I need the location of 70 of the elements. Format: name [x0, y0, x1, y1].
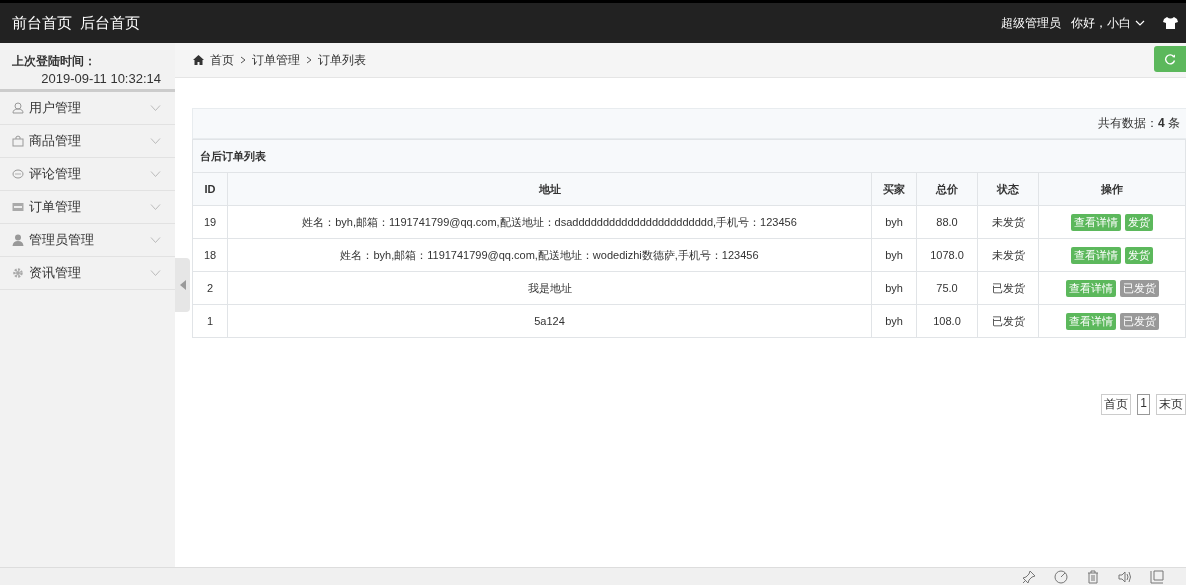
person-icon	[12, 234, 24, 246]
user-role: 超级管理员	[1001, 14, 1061, 32]
chevron-down-icon	[150, 237, 161, 243]
sidebar-item[interactable]: 商品管理	[0, 125, 175, 158]
table-cell: byh	[871, 238, 917, 272]
refresh-icon	[1164, 53, 1176, 65]
bag-icon	[12, 135, 24, 147]
login-time: 2019-09-11 10:32:14	[40, 71, 162, 86]
chevron-down-icon	[150, 270, 161, 276]
nav-link[interactable]: 后台首页	[80, 13, 140, 33]
gear-icon	[12, 267, 24, 279]
page-link[interactable]: 末页	[1156, 394, 1186, 415]
table-cell: 1	[192, 304, 228, 338]
table-cell: 已发货	[977, 304, 1039, 338]
collapse-handle[interactable]	[175, 258, 190, 312]
trash-icon[interactable]	[1086, 570, 1100, 584]
page-link[interactable]: 首页	[1101, 394, 1132, 415]
column-header: ID	[192, 172, 228, 206]
chevron-down-icon	[150, 105, 161, 111]
table-cell: 姓名：byh,邮箱：1191741799@qq.com,配送地址：dsaddddddddddddddddddddddd,手机号：123456	[227, 205, 872, 239]
login-label: 上次登陆时间：	[12, 53, 97, 70]
chevron-down-icon	[150, 204, 161, 210]
column-header: 总价	[916, 172, 978, 206]
pin-icon[interactable]	[1022, 570, 1036, 584]
sidebar-item[interactable]: 管理员管理	[0, 224, 175, 257]
table-cell: 我是地址	[227, 271, 872, 305]
chevron-right-icon	[240, 56, 246, 64]
sidebar-item[interactable]: 用户管理	[0, 92, 175, 125]
chevron-down-icon	[1135, 20, 1145, 26]
table-cell: 75.0	[916, 271, 978, 305]
table-cell: byh	[871, 304, 917, 338]
sidebar-item[interactable]: 订单管理	[0, 191, 175, 224]
page-link[interactable]: 1	[1137, 394, 1150, 415]
table-cell: 19	[192, 205, 228, 239]
speaker-icon[interactable]	[1118, 570, 1132, 584]
refresh-button[interactable]	[1154, 46, 1186, 72]
chevron-down-icon	[150, 138, 161, 144]
user-icon	[12, 102, 24, 114]
table-cell: byh	[871, 205, 917, 239]
nav-link[interactable]: 前台首页	[12, 13, 72, 33]
column-header: 操作	[1038, 172, 1186, 206]
table-title: 台后订单列表	[192, 139, 1186, 173]
window-icon[interactable]	[1150, 570, 1164, 584]
chevron-right-icon	[306, 56, 312, 64]
card-icon	[12, 201, 24, 213]
table-cell: 未发货	[977, 238, 1039, 272]
shirt-icon[interactable]	[1163, 17, 1178, 29]
breadcrumb-link[interactable]: 订单管理	[252, 51, 300, 69]
triangle-left-icon	[178, 280, 187, 290]
column-header: 地址	[227, 172, 872, 206]
breadcrumb-link[interactable]: 订单列表	[318, 51, 366, 69]
table-cell: 未发货	[977, 205, 1039, 239]
table-cell: 18	[192, 238, 228, 272]
user-menu[interactable]: 你好，小白	[1071, 14, 1145, 32]
table-cell: 108.0	[916, 304, 978, 338]
table-cell: byh	[871, 271, 917, 305]
speedometer-icon[interactable]	[1054, 570, 1068, 584]
table-cell: 88.0	[916, 205, 978, 239]
table-cell: 5a124	[227, 304, 872, 338]
table-cell: 1078.0	[916, 238, 978, 272]
table-cell: 2	[192, 271, 228, 305]
table-cell: 已发货	[977, 271, 1039, 305]
column-header: 状态	[977, 172, 1039, 206]
record-count: 共有数据：4 条	[1097, 115, 1180, 132]
sidebar-item[interactable]: 评论管理	[0, 158, 175, 191]
home-icon	[193, 55, 204, 65]
chat-icon	[12, 168, 24, 180]
breadcrumb-link[interactable]: 首页	[210, 51, 234, 69]
chevron-down-icon	[150, 171, 161, 177]
table-cell: 姓名：byh,邮箱：1191741799@qq.com,配送地址：wodedizhi数德萨,手机号：123456	[227, 238, 872, 272]
